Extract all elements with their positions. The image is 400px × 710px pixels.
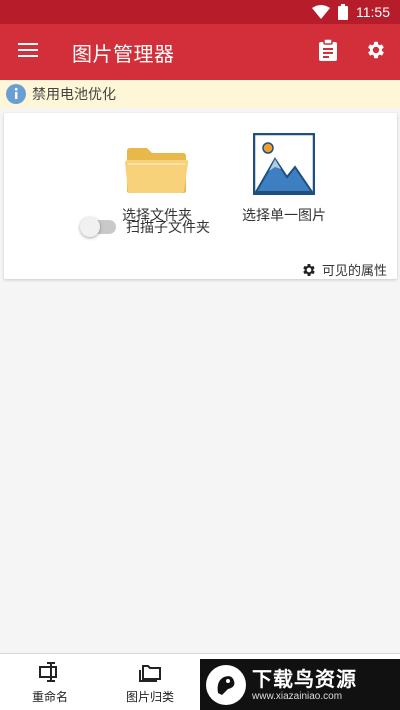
settings-button[interactable] <box>352 24 400 80</box>
toggle-knob <box>80 217 100 237</box>
scan-subfolders-label: 扫描子文件夹 <box>126 220 210 236</box>
bird-logo-icon <box>206 664 246 705</box>
select-image-button[interactable]: 选择单一图片 <box>228 133 340 225</box>
watermark-banner: 下载鸟资源 www.xiazainiao.com <box>200 659 400 710</box>
watermark-url: www.xiazainiao.com <box>252 691 343 702</box>
status-time: 11:55 <box>356 4 390 20</box>
nav-categorize[interactable]: 图片归类 <box>110 654 190 710</box>
nav-rename-label: 重命名 <box>31 689 68 704</box>
folders-icon <box>138 660 162 684</box>
scan-subfolders-row: 扫描子文件夹 <box>80 217 210 237</box>
gear-icon <box>301 262 317 278</box>
info-icon <box>6 84 26 104</box>
source-card: 选择文件夹 选择单一图片 扫描子文件夹 可见的属性 <box>4 113 397 279</box>
folder-icon <box>125 133 189 195</box>
rename-icon <box>39 660 61 684</box>
visible-properties-button[interactable]: 可见的属性 <box>301 260 387 279</box>
battery-optimization-notice[interactable]: 禁用电池优化 <box>0 80 400 108</box>
select-image-label: 选择单一图片 <box>242 208 326 224</box>
watermark-name: 下载鸟资源 <box>252 667 357 691</box>
select-folder-button[interactable]: 选择文件夹 <box>108 133 206 225</box>
image-icon <box>253 133 315 195</box>
status-bar: 11:55 <box>0 0 400 24</box>
gear-icon <box>365 39 387 65</box>
menu-button[interactable] <box>0 24 56 80</box>
app-title: 图片管理器 <box>72 41 175 66</box>
battery-icon <box>338 4 348 20</box>
visible-properties-label: 可见的属性 <box>321 264 387 279</box>
clipboard-icon <box>318 38 338 65</box>
scan-subfolders-toggle[interactable] <box>80 217 116 237</box>
hamburger-menu-icon <box>18 42 38 62</box>
app-bar: 图片管理器 <box>0 24 400 80</box>
notice-text: 禁用电池优化 <box>32 87 116 103</box>
clipboard-button[interactable] <box>304 24 352 80</box>
nav-rename[interactable]: 重命名 <box>10 654 90 710</box>
wifi-icon <box>312 5 330 19</box>
nav-categorize-label: 图片归类 <box>125 689 174 704</box>
